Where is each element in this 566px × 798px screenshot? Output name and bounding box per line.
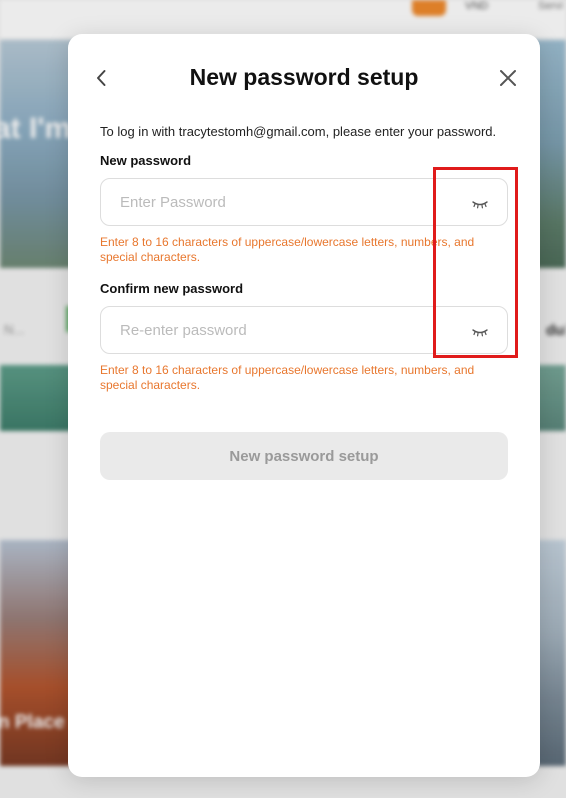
close-button[interactable]: [496, 66, 520, 90]
toggle-confirm-password-visibility[interactable]: [465, 320, 495, 342]
eye-closed-icon: [472, 329, 488, 337]
close-icon: [500, 70, 516, 86]
confirm-password-field: [100, 306, 508, 354]
password-setup-dialog: New password setup To log in with tracyt…: [68, 34, 540, 777]
new-password-setup-button[interactable]: New password setup: [100, 432, 508, 480]
confirm-password-label: Confirm new password: [100, 281, 244, 296]
new-password-hint: Enter 8 to 16 characters of uppercase/lo…: [100, 235, 475, 264]
new-password-label: New password: [100, 153, 192, 168]
confirm-password-hint: Enter 8 to 16 characters of uppercase/lo…: [100, 363, 475, 392]
login-instruction: To log in with tracytestomh@gmail.com, p…: [100, 124, 497, 139]
dialog-title: New password setup: [189, 64, 419, 90]
eye-closed-icon: [472, 201, 488, 209]
toggle-new-password-visibility[interactable]: [465, 192, 495, 214]
confirm-password-input[interactable]: [120, 307, 450, 353]
new-password-input[interactable]: [120, 179, 450, 225]
new-password-field: [100, 178, 508, 226]
